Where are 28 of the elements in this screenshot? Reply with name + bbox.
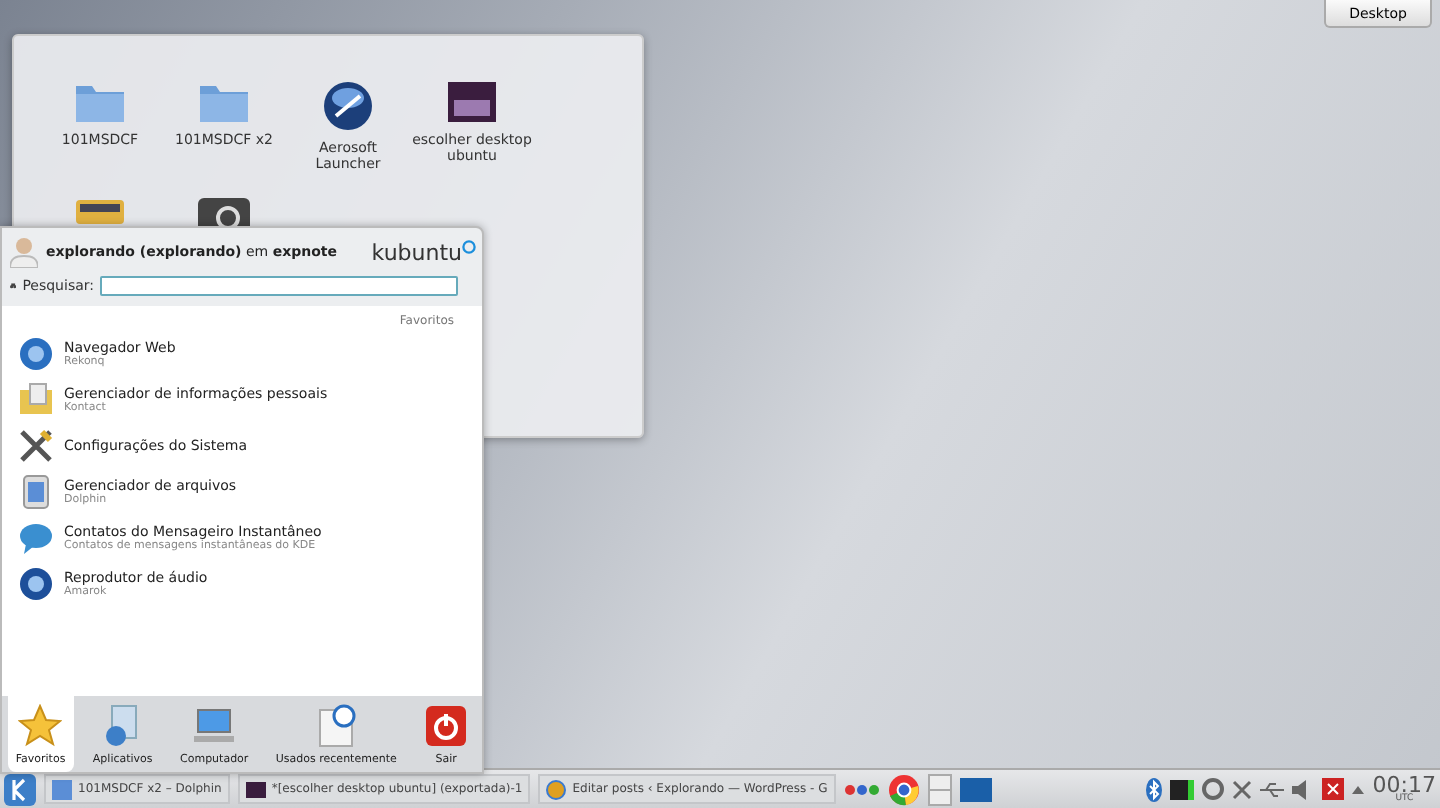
application-icon — [18, 474, 54, 510]
application-icon — [18, 336, 54, 372]
image-thumbnail-icon[interactable] — [446, 80, 498, 124]
application-icon — [18, 382, 54, 418]
binoculars-icon — [10, 278, 17, 294]
kde-launcher-icon[interactable] — [4, 773, 36, 805]
browser-icon — [546, 779, 567, 799]
star-icon — [18, 704, 63, 748]
application-icon — [18, 428, 54, 464]
screen-icon[interactable] — [959, 777, 992, 801]
file-manager-icon — [52, 779, 72, 799]
chrome-icon[interactable] — [887, 773, 920, 805]
usb-icon[interactable] — [1260, 781, 1285, 797]
image-thumbnail-icon — [245, 779, 266, 799]
clock-document-icon — [314, 704, 359, 748]
laptop-icon — [192, 704, 237, 748]
bluetooth-icon[interactable] — [1146, 777, 1163, 801]
application-icon — [18, 520, 54, 556]
dots-icon[interactable] — [843, 783, 880, 795]
power-icon — [424, 704, 469, 748]
alert-icon[interactable] — [1322, 778, 1345, 800]
search-field[interactable] — [100, 276, 458, 296]
kubuntu-logo: kubuntu — [371, 239, 476, 265]
battery-icon[interactable] — [1170, 779, 1195, 799]
caret-icon[interactable] — [1352, 785, 1365, 793]
user-avatar-icon — [10, 236, 38, 268]
globe-icon[interactable] — [322, 80, 374, 132]
application-icon — [18, 566, 54, 602]
